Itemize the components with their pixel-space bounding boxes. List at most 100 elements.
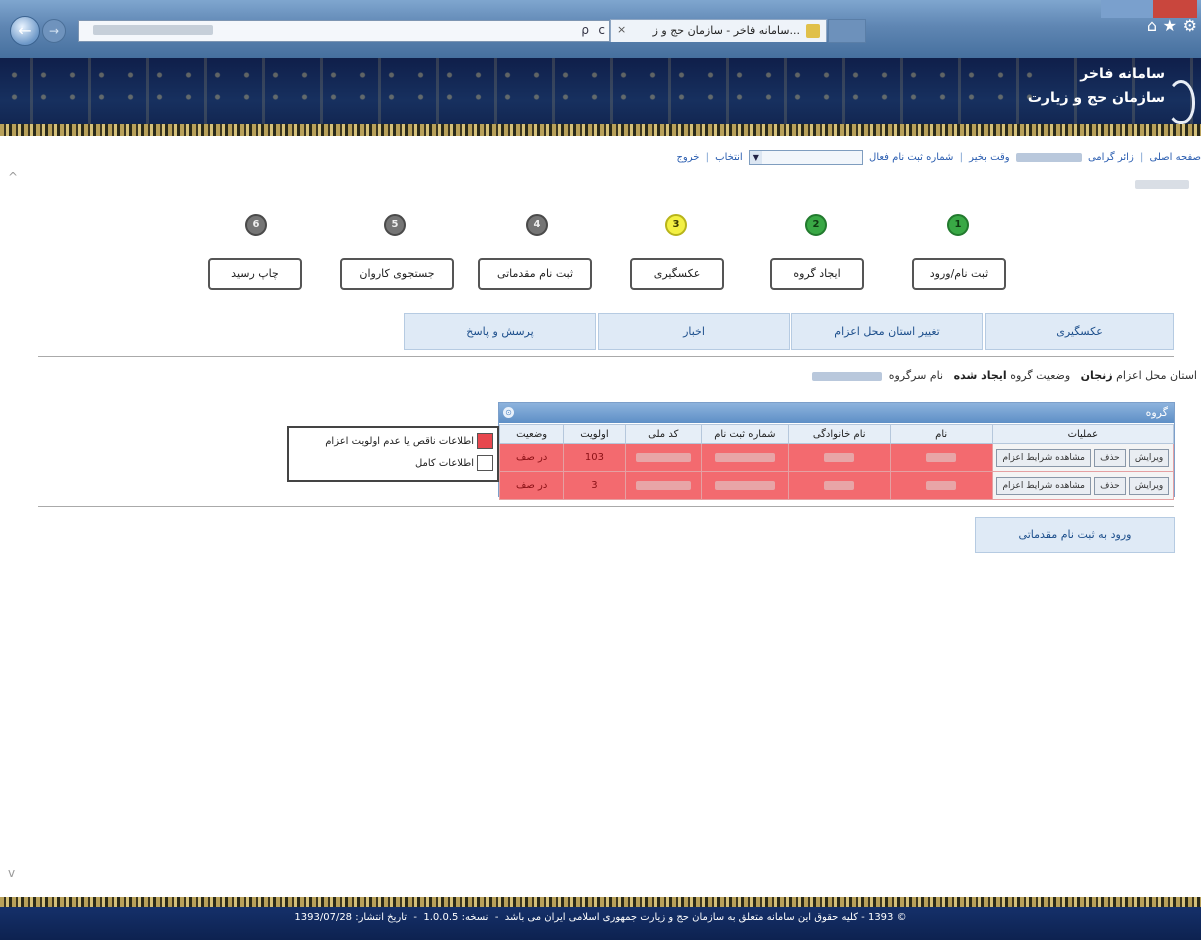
collapse-icon[interactable]: ⊙ [503,407,514,418]
refresh-icon[interactable]: c [598,23,605,37]
address-bar[interactable]: ρ c [78,20,610,42]
cell-status: در صف [498,471,565,500]
banner-ornament-strip [0,124,1201,136]
home-link[interactable]: صفحه اصلی [1150,152,1201,163]
footer: © 1393 - کلیه حقوق این سامانه متعلق به س… [0,907,1201,940]
site-title: سامانه فاخر [1080,66,1165,82]
menu-photography[interactable]: عکسگیری [985,313,1174,350]
step-1-box[interactable]: ثبت نام/ورود [912,258,1006,290]
group-grid: گروه ⊙ عملیات نام نام خانوادگی شماره ثبت… [498,402,1175,500]
new-tab-button[interactable] [828,19,866,43]
user-info-redacted [1135,180,1189,189]
view-conditions-button[interactable]: مشاهده شرایط اعزام [996,476,1091,495]
step-5-box[interactable]: جستجوی کاروان [340,258,454,290]
cell-first-name [889,471,993,500]
header-reg-number: شماره ثبت نام [701,424,789,444]
province-label: استان محل اعزام [1116,369,1197,382]
leader-label: نام سرگروه [888,369,944,382]
menu-change-province[interactable]: تغییر استان محل اعزام [791,313,983,350]
view-conditions-button[interactable]: مشاهده شرایط اعزام [996,448,1091,467]
divider [38,506,1174,507]
select-button[interactable]: انتخاب [715,152,743,163]
reg-number-select[interactable]: ▼ [748,150,863,165]
step-5-circle: 5 [384,214,406,236]
delete-button[interactable]: حذف [1094,448,1126,467]
cell-first-name [889,443,993,472]
forward-button[interactable]: → [42,19,66,43]
cell-last-name [787,443,891,472]
brand-logo-icon [1167,80,1195,124]
welcome-text: وقت بخیر [969,152,1010,163]
browser-chrome: ← → ρ c ...سامانه فاخر - سازمان حج و ز ×… [0,0,1201,58]
search-icon[interactable]: ρ [581,23,589,37]
scroll-up-icon[interactable]: ^ [8,170,18,184]
browser-tab[interactable]: ...سامانه فاخر - سازمان حج و ز × [610,19,827,42]
footer-text: © 1393 - کلیه حقوق این سامانه متعلق به س… [294,912,907,923]
group-info: استان محل اعزام زنجان وضعیت گروه ایجاد ش… [812,369,1197,382]
user-name-redacted [1015,153,1082,162]
footer-version-label: نسخه: [461,912,489,923]
legend-swatch-complete [477,455,493,471]
cell-national-id [624,471,702,500]
step-3-circle: 3 [665,214,687,236]
delete-button[interactable]: حذف [1094,476,1126,495]
step-4-box[interactable]: ثبت نام مقدماتی [478,258,592,290]
header-priority: اولویت [563,424,626,444]
home-icon[interactable]: ⌂ [1147,16,1157,35]
chevron-down-icon: ▼ [749,151,762,164]
footer-version: 1.0.0.5 [423,912,459,923]
legend-incomplete-label: اطلاعات ناقص یا عدم اولویت اعزام [325,435,474,447]
back-button[interactable]: ← [10,16,40,46]
edit-button[interactable]: ویرایش [1128,448,1170,467]
scroll-down-icon[interactable]: v [8,866,15,880]
site-subtitle: سازمان حج و زیارت [1027,90,1165,106]
legend-incomplete: اطلاعات ناقص یا عدم اولویت اعزام [325,432,493,450]
cell-last-name [787,471,891,500]
grid-titlebar: گروه ⊙ [499,403,1174,423]
table-row[interactable]: ویرایش حذف مشاهده شرایط اعزام 3 در صف [498,471,1175,500]
go-prereg-button[interactable]: ورود به ثبت نام مقدماتی [975,517,1175,553]
step-1-circle: 1 [947,214,969,236]
menu-faq[interactable]: پرسش و پاسخ [404,313,596,350]
separator: | [1139,152,1144,163]
step-2-box[interactable]: ایجاد گروه [770,258,864,290]
header-first-name: نام [889,424,993,444]
step-6-circle: 6 [245,214,267,236]
step-6-box[interactable]: چاپ رسید [208,258,302,290]
header-last-name: نام خانوادگی [787,424,891,444]
address-url [93,25,213,35]
step-2-circle: 2 [805,214,827,236]
reg-number-label: شماره ثبت نام فعال [869,152,954,163]
edit-button[interactable]: ویرایش [1128,476,1170,495]
menu-news[interactable]: اخبار [598,313,790,350]
legend-complete-label: اطلاعات کامل [414,457,474,469]
grid-header-row: عملیات نام نام خانوادگی شماره ثبت نام کد… [498,424,1175,444]
legend-complete: اطلاعات کامل [415,454,493,472]
leader-name-redacted [812,371,883,381]
header-operations: عملیات [991,424,1175,444]
row-actions: ویرایش حذف مشاهده شرایط اعزام [991,471,1175,500]
header-status: وضعیت [498,424,565,444]
tab-close-icon[interactable]: × [617,23,626,36]
grid-table: عملیات نام نام خانوادگی شماره ثبت نام کد… [498,424,1175,500]
cell-national-id [624,443,702,472]
greeting-text: زائر گرامی [1087,152,1134,163]
grid-title: گروه [1145,406,1168,419]
footer-date-label: تاریخ انتشار: [355,912,408,923]
table-row[interactable]: ویرایش حذف مشاهده شرایط اعزام 103 در صف [498,443,1175,472]
step-3-box[interactable]: عکسگیری [630,258,724,290]
logout-link[interactable]: خروج [676,152,699,163]
favicon-icon [806,24,820,38]
favorites-star-icon[interactable]: ★ [1163,16,1177,35]
banner-ornament [0,64,1040,112]
cell-status: در صف [498,443,565,472]
color-legend: اطلاعات ناقص یا عدم اولویت اعزام اطلاعات… [287,426,499,482]
row-actions: ویرایش حذف مشاهده شرایط اعزام [991,443,1175,472]
minimize-button[interactable] [1101,0,1127,18]
gear-icon[interactable]: ⚙ [1183,16,1197,35]
divider [38,356,1174,357]
cell-priority: 103 [563,443,626,472]
step-4-circle: 4 [526,214,548,236]
top-link-bar: صفحه اصلی | زائر گرامی وقت بخیر | شماره … [676,150,1201,168]
header-national-id: کد ملی [624,424,702,444]
